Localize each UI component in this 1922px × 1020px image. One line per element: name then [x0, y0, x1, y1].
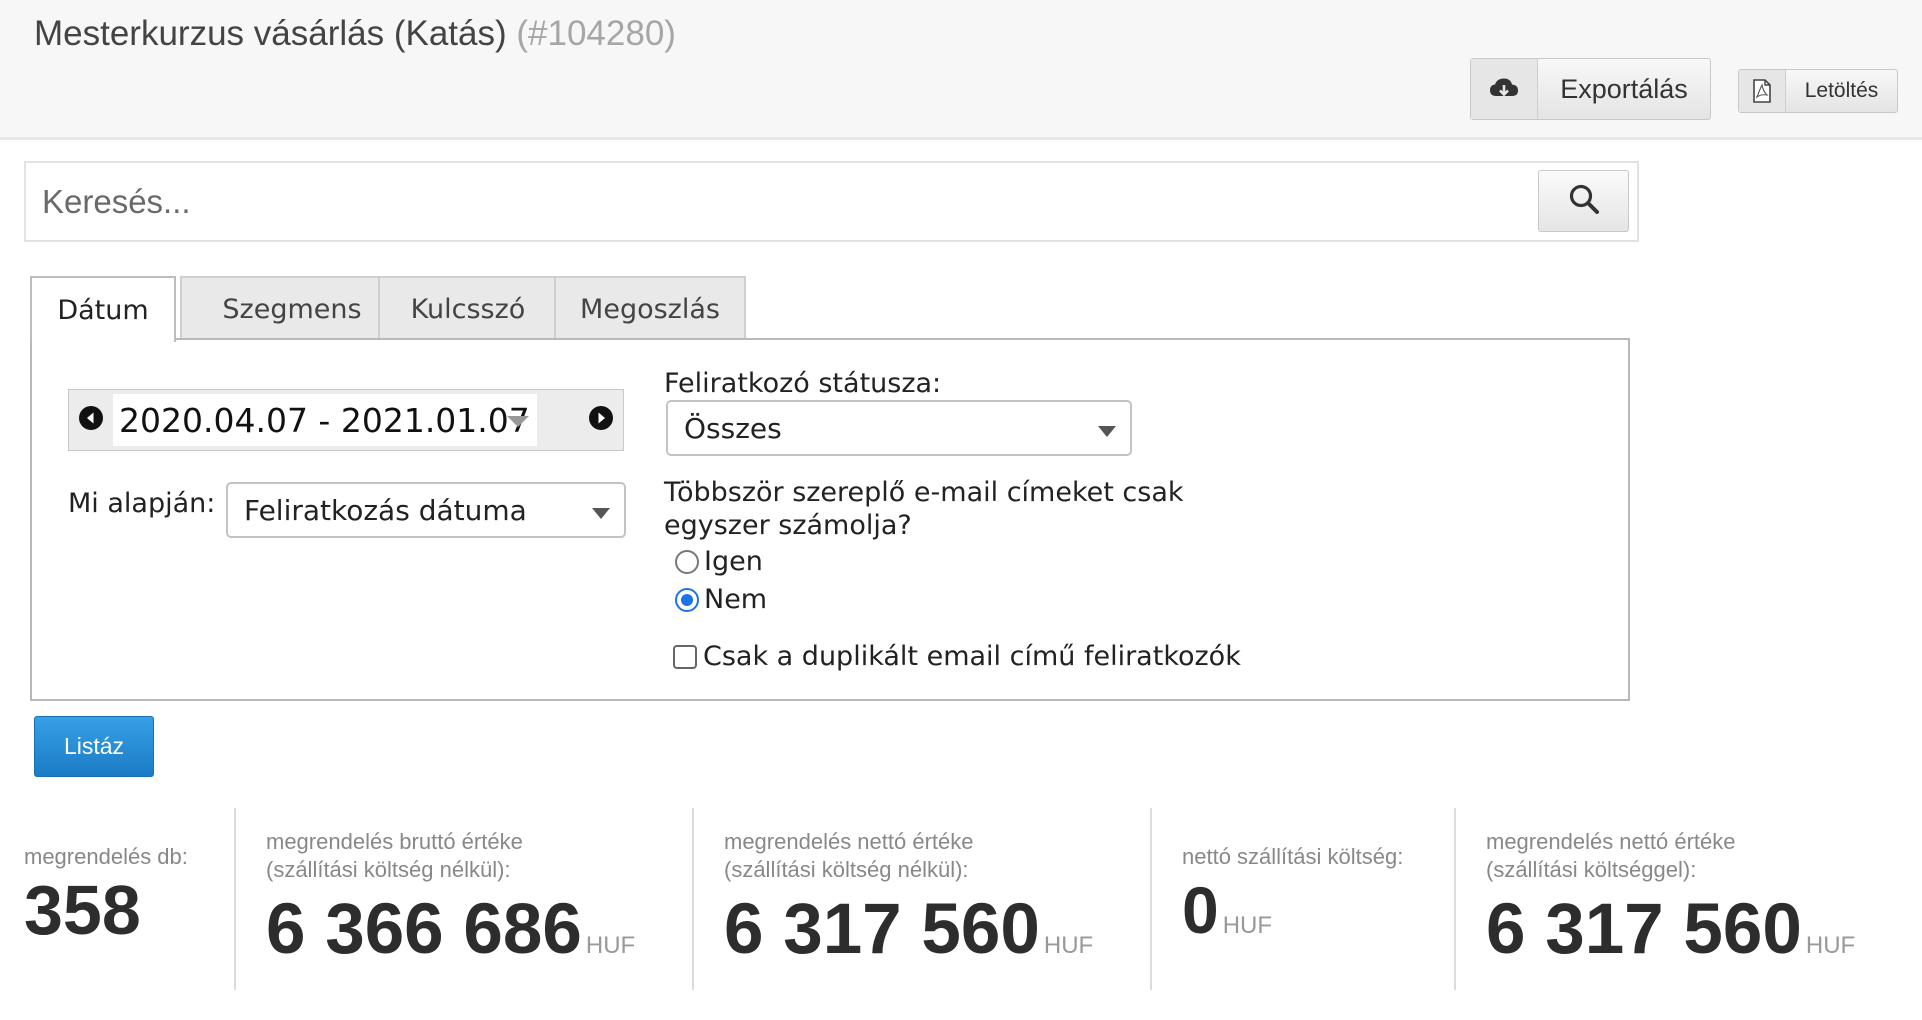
- duplicates-only-option[interactable]: Csak a duplikált email című feliratkozók: [673, 641, 1241, 672]
- stat-value: 0: [1182, 873, 1219, 947]
- arrow-left-circle-icon: [78, 405, 104, 436]
- dedupe-question-line2: egyszer számolja?: [664, 510, 912, 541]
- date-range-field[interactable]: 2020.04.07 - 2021.01.07: [113, 394, 537, 446]
- download-label: Letöltés: [1804, 79, 1879, 102]
- page-title: Mesterkurzus vásárlás (Katás) (#104280): [34, 14, 676, 54]
- export-button[interactable]: Exportálás: [1470, 58, 1711, 120]
- stat-order-count: megrendelés db: 358: [24, 808, 188, 990]
- campaign-title: Mesterkurzus vásárlás (Katás): [34, 14, 507, 53]
- search-input[interactable]: [40, 175, 1544, 229]
- stat-divider: [1150, 808, 1152, 990]
- date-basis-value: Feliratkozás dátuma: [244, 493, 527, 527]
- date-range-picker: 2020.04.07 - 2021.01.07: [68, 389, 624, 451]
- stat-caption-sub: (szállítási költség nélkül):: [724, 857, 969, 882]
- dedupe-question: Többször szereplő e-mail címeket csak eg…: [664, 476, 1224, 542]
- dedupe-option-nem[interactable]: Nem: [675, 584, 767, 615]
- stat-caption: megrendelés nettó értéke: [724, 829, 974, 854]
- date-range-value: 2020.04.07 - 2021.01.07: [119, 400, 530, 440]
- subscriber-status-label: Feliratkozó státusza:: [664, 368, 942, 399]
- stat-net-value-with-shipping: megrendelés nettó értéke (szállítási köl…: [1486, 808, 1855, 990]
- stat-value: 6 366 686: [266, 890, 582, 969]
- next-period-button[interactable]: [579, 390, 623, 450]
- stat-caption-sub: (szállítási költség nélkül):: [266, 857, 511, 882]
- duplicates-only-checkbox[interactable]: [673, 644, 697, 669]
- tab-megoszlas[interactable]: Megoszlás: [554, 276, 746, 340]
- stat-unit: HUF: [1805, 932, 1856, 959]
- stat-value: 358: [24, 871, 141, 949]
- tab-szegmens[interactable]: Szegmens: [180, 276, 404, 340]
- radio-nem[interactable]: [675, 587, 699, 612]
- stat-caption: megrendelés bruttó értéke: [266, 829, 523, 854]
- dedupe-option-igen[interactable]: Igen: [675, 546, 763, 577]
- tab-kulcsszo[interactable]: Kulcsszó: [378, 276, 558, 340]
- chevron-down-icon: [592, 508, 610, 519]
- download-button[interactable]: Letöltés: [1738, 69, 1898, 113]
- stat-caption: megrendelés nettó értéke: [1486, 829, 1736, 854]
- arrow-right-circle-icon: [588, 405, 614, 436]
- tab-datum[interactable]: Dátum: [30, 276, 176, 342]
- stat-value: 6 317 560: [1486, 890, 1802, 969]
- stat-unit: HUF: [1222, 912, 1273, 939]
- date-basis-label: Mi alapján:: [68, 488, 216, 519]
- stat-divider: [234, 808, 236, 990]
- search-button[interactable]: [1538, 170, 1629, 232]
- stat-divider: [1454, 808, 1456, 990]
- duplicates-only-label: Csak a duplikált email című feliratkozók: [703, 641, 1241, 672]
- chevron-down-icon: [1098, 426, 1116, 437]
- search-bar: [24, 161, 1639, 242]
- subscriber-status-select[interactable]: Összes: [666, 400, 1132, 456]
- stat-caption-sub: (szállítási költséggel):: [1486, 857, 1697, 882]
- stat-value: 6 317 560: [724, 890, 1040, 969]
- pdf-file-icon: [1739, 70, 1786, 112]
- stat-caption: nettó szállítási költség:: [1182, 844, 1404, 869]
- search-icon: [1568, 183, 1600, 220]
- chevron-down-icon: [507, 416, 529, 427]
- stat-unit: HUF: [585, 932, 636, 959]
- date-basis-select[interactable]: Feliratkozás dátuma: [226, 482, 626, 538]
- stat-unit: HUF: [1043, 932, 1094, 959]
- subscriber-status-value: Összes: [684, 411, 782, 445]
- stat-divider: [692, 808, 694, 990]
- stat-gross-value: megrendelés bruttó értéke (szállítási kö…: [266, 808, 635, 990]
- radio-igen-label: Igen: [704, 546, 763, 577]
- radio-nem-label: Nem: [704, 584, 768, 615]
- dedupe-question-line1: Többször szereplő e-mail címeket csak: [664, 477, 1184, 508]
- cloud-download-icon: [1471, 59, 1538, 119]
- radio-igen[interactable]: [675, 549, 699, 574]
- stat-net-value: megrendelés nettó értéke (szállítási köl…: [724, 808, 1093, 990]
- stat-shipping-cost: nettó szállítási költség: 0 HUF: [1182, 808, 1403, 990]
- list-button[interactable]: Listáz: [34, 716, 154, 777]
- prev-period-button[interactable]: [69, 390, 113, 450]
- stat-caption: megrendelés db:: [24, 844, 188, 869]
- campaign-id: (#104280): [516, 14, 676, 53]
- export-label: Exportálás: [1560, 73, 1688, 104]
- page-header: Mesterkurzus vásárlás (Katás) (#104280) …: [0, 0, 1922, 140]
